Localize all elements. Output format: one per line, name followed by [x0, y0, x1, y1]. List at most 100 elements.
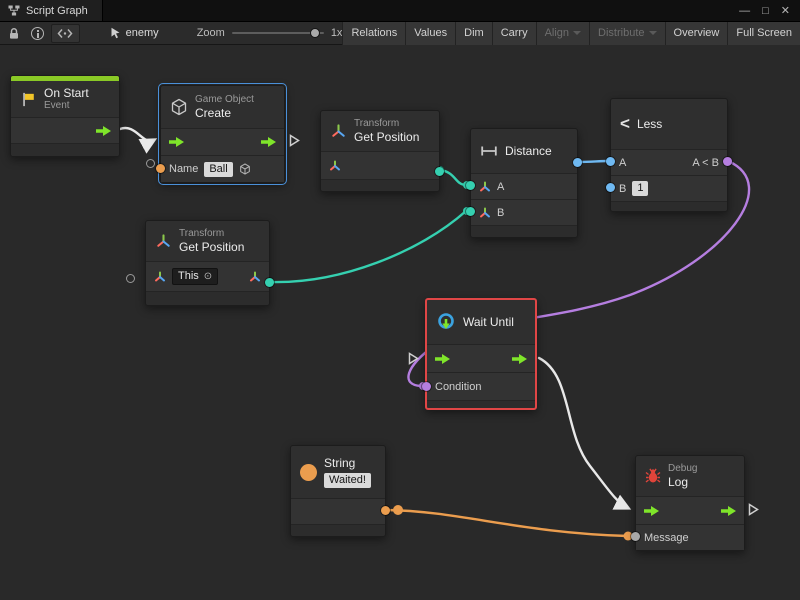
flow-port-row: [11, 117, 119, 143]
full-screen-button[interactable]: Full Screen: [727, 22, 800, 45]
port-label: B: [619, 183, 626, 195]
wire-wait-to-log[interactable]: [539, 358, 628, 508]
name-field[interactable]: Ball: [204, 162, 232, 177]
transform-port-icon: [154, 271, 166, 283]
node-footer: [427, 400, 535, 408]
node-debug-log[interactable]: Debug Log Message: [635, 455, 745, 551]
port-label: A: [619, 157, 626, 169]
align-button[interactable]: Align: [536, 22, 589, 45]
input-b-port[interactable]: [606, 183, 615, 192]
node-string-literal[interactable]: String Waited!: [290, 445, 386, 537]
flow-in-port[interactable]: [644, 506, 659, 516]
zoom-slider-knob[interactable]: [310, 28, 320, 38]
node-on-start[interactable]: On Start Event: [10, 75, 120, 157]
node-title: Create: [195, 106, 254, 120]
inspect-button[interactable]: [28, 24, 46, 43]
chevron-down-icon: [573, 31, 581, 35]
carry-button[interactable]: Carry: [492, 22, 536, 45]
node-category: Transform: [179, 228, 244, 240]
string-icon: [300, 464, 317, 481]
position-output-port[interactable]: [435, 167, 444, 176]
ruler-icon: [480, 145, 498, 157]
tab-script-graph[interactable]: Script Graph: [0, 0, 103, 21]
unconnected-port-ring: [146, 159, 155, 168]
node-less[interactable]: < Less A A < B B 1: [610, 98, 728, 212]
flow-out-port[interactable]: [96, 126, 111, 136]
zoom-control: Zoom 1x: [197, 27, 343, 39]
node-footer: [11, 143, 119, 156]
flow-out-port[interactable]: [512, 354, 527, 364]
node-header: Distance: [471, 129, 577, 173]
transform-port-icon: [329, 160, 341, 172]
condition-input-port[interactable]: [422, 382, 431, 391]
lock-button[interactable]: [5, 24, 23, 43]
node-subtitle: Event: [44, 100, 89, 112]
node-distance[interactable]: Distance A B: [470, 128, 578, 238]
flow-continuation-icon: [748, 503, 759, 516]
node-category: Debug: [668, 463, 697, 475]
input-a-row: A A < B: [611, 149, 727, 175]
string-value-field[interactable]: Waited!: [324, 473, 371, 488]
graph-target[interactable]: enemy: [110, 27, 159, 39]
flow-continuation-icon: [289, 134, 300, 147]
node-header: Transform Get Position: [321, 111, 439, 151]
string-output-port[interactable]: [381, 506, 390, 515]
button-label: Align: [545, 27, 569, 39]
zoom-slider[interactable]: [232, 32, 324, 34]
flow-in-port[interactable]: [169, 137, 184, 147]
port-label: Condition: [435, 381, 481, 393]
wire-getposition-to-distance-b[interactable]: [270, 211, 466, 282]
input-b-port[interactable]: [466, 207, 475, 216]
target-object-field[interactable]: This ⊙: [172, 268, 218, 285]
minimize-button[interactable]: —: [739, 5, 750, 17]
flow-in-port[interactable]: [435, 354, 450, 364]
port-label: Name: [169, 163, 198, 175]
name-input-port[interactable]: [156, 164, 165, 173]
maximize-button[interactable]: □: [762, 5, 769, 17]
position-output-port[interactable]: [265, 278, 274, 287]
input-a-port[interactable]: [466, 181, 475, 190]
distance-output-port[interactable]: [573, 158, 582, 167]
wire-distance-to-less[interactable]: [578, 161, 608, 162]
wire-start-to-create[interactable]: [120, 128, 154, 141]
node-create-game-object[interactable]: Game Object Create Name Ball: [160, 85, 285, 183]
vector-type-icon: [479, 181, 491, 193]
input-a-port[interactable]: [606, 157, 615, 166]
node-footer: [471, 225, 577, 237]
node-header: String Waited!: [291, 446, 385, 498]
node-get-position-top[interactable]: Transform Get Position: [320, 110, 440, 192]
button-label: Full Screen: [736, 27, 792, 39]
node-header: Debug Log: [636, 456, 744, 496]
chevron-down-icon: [649, 31, 657, 35]
cube-icon: [170, 98, 188, 116]
titlebar: Script Graph — □ ✕: [0, 0, 800, 22]
b-value-field[interactable]: 1: [632, 181, 648, 196]
object-picker-icon[interactable]: ⊙: [204, 270, 212, 283]
tab-title: Script Graph: [26, 5, 88, 17]
toolbar-buttons: Relations Values Dim Carry Align Distrib…: [342, 22, 800, 45]
flow-out-port[interactable]: [721, 506, 736, 516]
flag-icon: [20, 91, 37, 108]
close-button[interactable]: ✕: [781, 4, 790, 17]
graph-target-label: enemy: [126, 27, 159, 39]
graph-canvas[interactable]: On Start Event Game Object Create: [0, 45, 800, 600]
flow-port-row: [636, 496, 744, 524]
message-input-port[interactable]: [631, 532, 640, 541]
flow-port-row: [161, 128, 284, 155]
dim-button[interactable]: Dim: [455, 22, 492, 45]
flow-out-port[interactable]: [261, 137, 276, 147]
graph-nav-button[interactable]: [51, 24, 79, 43]
distribute-button[interactable]: Distribute: [589, 22, 664, 45]
node-title: Distance: [505, 144, 552, 158]
relations-button[interactable]: Relations: [342, 22, 405, 45]
result-output-port[interactable]: [723, 157, 732, 166]
node-get-position-bottom[interactable]: Transform Get Position This ⊙: [145, 220, 270, 306]
unconnected-port-ring: [126, 274, 135, 283]
overview-button[interactable]: Overview: [665, 22, 728, 45]
node-wait-until[interactable]: Wait Until Condition: [425, 298, 537, 410]
button-label: Relations: [351, 27, 397, 39]
vector-type-icon: [249, 271, 261, 283]
values-button[interactable]: Values: [405, 22, 455, 45]
script-graph-icon: [8, 5, 20, 16]
wire-string-to-log-message[interactable]: [386, 510, 628, 536]
